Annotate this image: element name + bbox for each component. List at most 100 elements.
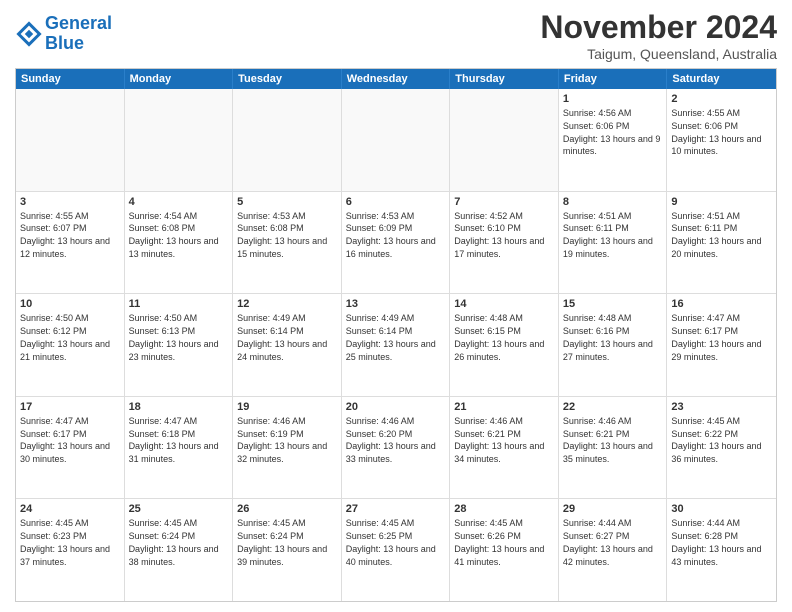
day-number: 7: [454, 195, 554, 210]
cal-cell-23: 23Sunrise: 4:45 AMSunset: 6:22 PMDayligh…: [667, 397, 776, 499]
day-number: 17: [20, 400, 120, 415]
daylight-info: Daylight: 13 hours and 26 minutes.: [454, 339, 544, 362]
cal-cell-20: 20Sunrise: 4:46 AMSunset: 6:20 PMDayligh…: [342, 397, 451, 499]
logo-icon: [15, 20, 43, 48]
daylight-info: Daylight: 13 hours and 27 minutes.: [563, 339, 653, 362]
cal-cell-1: 1Sunrise: 4:56 AMSunset: 6:06 PMDaylight…: [559, 89, 668, 191]
day-number: 29: [563, 502, 663, 517]
sunrise-info: Sunrise: 4:46 AM: [454, 416, 523, 426]
cal-cell-14: 14Sunrise: 4:48 AMSunset: 6:15 PMDayligh…: [450, 294, 559, 396]
calendar: Sunday Monday Tuesday Wednesday Thursday…: [15, 68, 777, 602]
header-thursday: Thursday: [450, 69, 559, 89]
cal-cell-19: 19Sunrise: 4:46 AMSunset: 6:19 PMDayligh…: [233, 397, 342, 499]
sunset-info: Sunset: 6:28 PM: [671, 531, 738, 541]
daylight-info: Daylight: 13 hours and 21 minutes.: [20, 339, 110, 362]
sunset-info: Sunset: 6:16 PM: [563, 326, 630, 336]
day-number: 4: [129, 195, 229, 210]
sunset-info: Sunset: 6:22 PM: [671, 429, 738, 439]
day-number: 26: [237, 502, 337, 517]
sunrise-info: Sunrise: 4:50 AM: [20, 313, 89, 323]
cal-row-2: 10Sunrise: 4:50 AMSunset: 6:12 PMDayligh…: [16, 293, 776, 396]
cal-row-4: 24Sunrise: 4:45 AMSunset: 6:23 PMDayligh…: [16, 498, 776, 601]
sunrise-info: Sunrise: 4:54 AM: [129, 211, 198, 221]
sunset-info: Sunset: 6:18 PM: [129, 429, 196, 439]
daylight-info: Daylight: 13 hours and 43 minutes.: [671, 544, 761, 567]
daylight-info: Daylight: 13 hours and 25 minutes.: [346, 339, 436, 362]
cal-cell-10: 10Sunrise: 4:50 AMSunset: 6:12 PMDayligh…: [16, 294, 125, 396]
header-tuesday: Tuesday: [233, 69, 342, 89]
sunset-info: Sunset: 6:10 PM: [454, 223, 521, 233]
daylight-info: Daylight: 13 hours and 40 minutes.: [346, 544, 436, 567]
sunset-info: Sunset: 6:21 PM: [563, 429, 630, 439]
sunset-info: Sunset: 6:11 PM: [671, 223, 737, 233]
logo-general: General: [45, 13, 112, 33]
day-number: 16: [671, 297, 772, 312]
header-wednesday: Wednesday: [342, 69, 451, 89]
sunset-info: Sunset: 6:06 PM: [671, 121, 738, 131]
daylight-info: Daylight: 13 hours and 9 minutes.: [563, 134, 661, 157]
header-saturday: Saturday: [667, 69, 776, 89]
sunset-info: Sunset: 6:11 PM: [563, 223, 629, 233]
cal-row-3: 17Sunrise: 4:47 AMSunset: 6:17 PMDayligh…: [16, 396, 776, 499]
daylight-info: Daylight: 13 hours and 16 minutes.: [346, 236, 436, 259]
daylight-info: Daylight: 13 hours and 24 minutes.: [237, 339, 327, 362]
sunrise-info: Sunrise: 4:55 AM: [671, 108, 740, 118]
sunset-info: Sunset: 6:14 PM: [237, 326, 304, 336]
daylight-info: Daylight: 13 hours and 19 minutes.: [563, 236, 653, 259]
sunrise-info: Sunrise: 4:45 AM: [237, 518, 306, 528]
cal-cell-29: 29Sunrise: 4:44 AMSunset: 6:27 PMDayligh…: [559, 499, 668, 601]
day-number: 8: [563, 195, 663, 210]
sunrise-info: Sunrise: 4:45 AM: [671, 416, 740, 426]
sunset-info: Sunset: 6:25 PM: [346, 531, 413, 541]
daylight-info: Daylight: 13 hours and 38 minutes.: [129, 544, 219, 567]
daylight-info: Daylight: 13 hours and 10 minutes.: [671, 134, 761, 157]
cal-cell-11: 11Sunrise: 4:50 AMSunset: 6:13 PMDayligh…: [125, 294, 234, 396]
sunset-info: Sunset: 6:21 PM: [454, 429, 521, 439]
sunset-info: Sunset: 6:20 PM: [346, 429, 413, 439]
sunrise-info: Sunrise: 4:46 AM: [563, 416, 632, 426]
header-friday: Friday: [559, 69, 668, 89]
sunrise-info: Sunrise: 4:49 AM: [237, 313, 306, 323]
cal-cell-16: 16Sunrise: 4:47 AMSunset: 6:17 PMDayligh…: [667, 294, 776, 396]
page: GeneralBlue November 2024 Taigum, Queens…: [0, 0, 792, 612]
logo-blue: Blue: [45, 33, 84, 53]
calendar-header: Sunday Monday Tuesday Wednesday Thursday…: [16, 69, 776, 89]
daylight-info: Daylight: 13 hours and 37 minutes.: [20, 544, 110, 567]
cal-cell-24: 24Sunrise: 4:45 AMSunset: 6:23 PMDayligh…: [16, 499, 125, 601]
sunset-info: Sunset: 6:15 PM: [454, 326, 521, 336]
cal-cell-7: 7Sunrise: 4:52 AMSunset: 6:10 PMDaylight…: [450, 192, 559, 294]
sunrise-info: Sunrise: 4:44 AM: [671, 518, 740, 528]
sunrise-info: Sunrise: 4:47 AM: [671, 313, 740, 323]
daylight-info: Daylight: 13 hours and 13 minutes.: [129, 236, 219, 259]
cal-cell-15: 15Sunrise: 4:48 AMSunset: 6:16 PMDayligh…: [559, 294, 668, 396]
daylight-info: Daylight: 13 hours and 42 minutes.: [563, 544, 653, 567]
sunset-info: Sunset: 6:26 PM: [454, 531, 521, 541]
sunset-info: Sunset: 6:14 PM: [346, 326, 413, 336]
daylight-info: Daylight: 13 hours and 41 minutes.: [454, 544, 544, 567]
cal-cell-empty: [125, 89, 234, 191]
day-number: 22: [563, 400, 663, 415]
cal-cell-28: 28Sunrise: 4:45 AMSunset: 6:26 PMDayligh…: [450, 499, 559, 601]
cal-cell-25: 25Sunrise: 4:45 AMSunset: 6:24 PMDayligh…: [125, 499, 234, 601]
sunrise-info: Sunrise: 4:45 AM: [129, 518, 198, 528]
cal-cell-empty: [16, 89, 125, 191]
cal-row-0: 1Sunrise: 4:56 AMSunset: 6:06 PMDaylight…: [16, 89, 776, 191]
calendar-body: 1Sunrise: 4:56 AMSunset: 6:06 PMDaylight…: [16, 89, 776, 601]
day-number: 13: [346, 297, 446, 312]
header: GeneralBlue November 2024 Taigum, Queens…: [15, 10, 777, 62]
sunset-info: Sunset: 6:13 PM: [129, 326, 196, 336]
sunrise-info: Sunrise: 4:44 AM: [563, 518, 632, 528]
sunrise-info: Sunrise: 4:48 AM: [563, 313, 632, 323]
sunset-info: Sunset: 6:17 PM: [20, 429, 87, 439]
daylight-info: Daylight: 13 hours and 34 minutes.: [454, 441, 544, 464]
daylight-info: Daylight: 13 hours and 35 minutes.: [563, 441, 653, 464]
sunrise-info: Sunrise: 4:49 AM: [346, 313, 415, 323]
sunset-info: Sunset: 6:24 PM: [129, 531, 196, 541]
day-number: 23: [671, 400, 772, 415]
cal-row-1: 3Sunrise: 4:55 AMSunset: 6:07 PMDaylight…: [16, 191, 776, 294]
day-number: 27: [346, 502, 446, 517]
sunset-info: Sunset: 6:12 PM: [20, 326, 87, 336]
day-number: 24: [20, 502, 120, 517]
sunset-info: Sunset: 6:07 PM: [20, 223, 87, 233]
daylight-info: Daylight: 13 hours and 23 minutes.: [129, 339, 219, 362]
